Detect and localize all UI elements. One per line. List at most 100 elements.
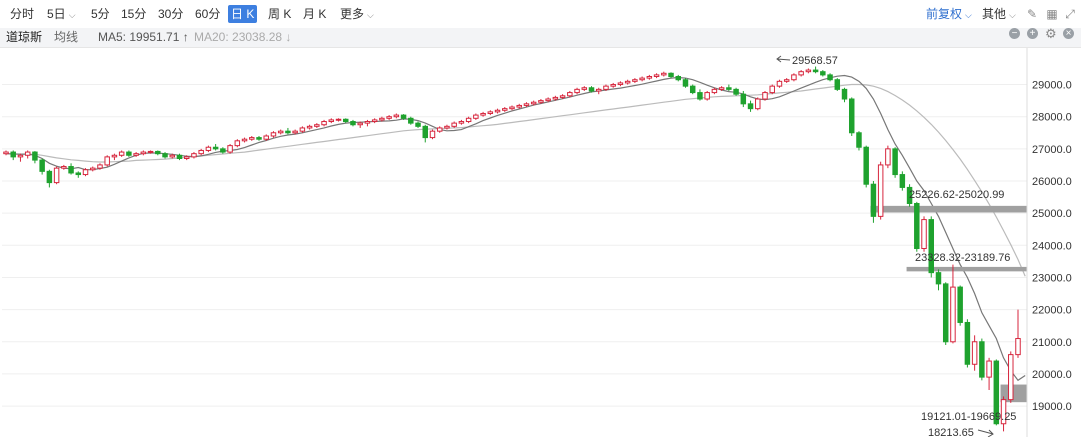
- candle-up: [523, 103, 530, 106]
- candle-up: [111, 154, 118, 158]
- tab-5day[interactable]: 5日 ⌵: [44, 5, 79, 23]
- candle-down: [10, 151, 16, 158]
- candle-up: [805, 69, 812, 73]
- tab-60min[interactable]: 60分: [192, 5, 223, 23]
- candle-up: [328, 119, 335, 123]
- pen-icon[interactable]: ✎: [1024, 6, 1040, 22]
- candle-up: [364, 121, 371, 124]
- candle-up: [624, 80, 631, 84]
- candle-up: [458, 121, 465, 124]
- gap3-label: 19121.01-19669.25: [921, 411, 1016, 423]
- candle-down: [928, 219, 934, 274]
- tab-more[interactable]: 更多 ⌵: [337, 5, 377, 23]
- candle-up: [270, 132, 277, 137]
- candle-down: [343, 118, 349, 123]
- grid-icon[interactable]: ▦: [1044, 6, 1060, 22]
- candle-down: [46, 170, 53, 184]
- other-dropdown[interactable]: 其他 ⌵: [982, 5, 1016, 24]
- candle-up: [249, 137, 255, 140]
- candle-up: [386, 116, 392, 119]
- annotations-layer: 29568.57 25226.62-25020.99 23328.32-2318…: [776, 55, 1016, 437]
- candle-up: [473, 114, 479, 119]
- low-label: 18213.65: [928, 427, 974, 437]
- period-toolbar: 分时 5日 ⌵ 5分 15分 30分 60分 日 K 周 K 月 K 更多 ⌵ 前复…: [0, 0, 1081, 29]
- tab-weekly-k[interactable]: 周 K: [265, 5, 294, 23]
- tab-15min[interactable]: 15分: [118, 5, 149, 23]
- candle-up: [97, 164, 103, 169]
- zoom-in-icon[interactable]: +: [1027, 28, 1038, 39]
- candle-up: [718, 87, 725, 90]
- gap-band: [906, 266, 1027, 272]
- candle-up: [371, 119, 378, 123]
- tab-5min[interactable]: 5分: [88, 5, 113, 23]
- ma5-layer: [5, 74, 1026, 382]
- settings-icon[interactable]: ⚙: [1045, 27, 1057, 40]
- candle-down: [899, 174, 906, 188]
- candle-up: [277, 130, 284, 134]
- candle-up: [509, 106, 515, 110]
- tab-daily-k[interactable]: 日 K: [228, 5, 258, 23]
- candle-up: [480, 112, 486, 116]
- candle-down: [849, 98, 855, 134]
- ma20-line: [5, 83, 1026, 277]
- candle-up: [494, 109, 501, 113]
- candle-up: [711, 88, 718, 94]
- candle-up: [241, 138, 248, 142]
- candle-up: [552, 96, 559, 100]
- candle-up: [877, 164, 884, 217]
- tab-monthly-k[interactable]: 月 K: [300, 5, 329, 23]
- candle-up: [393, 114, 400, 118]
- candle-up: [3, 151, 9, 155]
- candle-up: [104, 156, 110, 166]
- candle-down: [820, 71, 826, 76]
- candle-up: [118, 151, 125, 156]
- indicator-bar: 道琼斯 均线 ⌵ MA5: 19951.71 ↑ MA20: 23038.28 ↓…: [0, 27, 1081, 48]
- ma20-value: MA20: 23038.28 ↓: [194, 30, 292, 44]
- chevron-down-icon: ⌵: [965, 10, 972, 20]
- candle-up: [429, 130, 436, 139]
- candle-up: [971, 341, 978, 365]
- candle-down: [892, 148, 898, 176]
- candle-up: [516, 104, 522, 108]
- candle-down: [675, 76, 681, 81]
- candle-up: [798, 71, 804, 76]
- candle-down: [176, 154, 183, 159]
- expand-icon[interactable]: ⤢: [1062, 6, 1078, 22]
- candle-down: [68, 166, 74, 174]
- candle-down: [400, 114, 407, 119]
- candle-up: [921, 219, 927, 250]
- close-icon[interactable]: ×: [1063, 28, 1074, 39]
- tab-timeshare[interactable]: 分时: [7, 5, 37, 23]
- candle-down: [220, 148, 226, 153]
- y-tick-label: 24000.0: [1032, 240, 1072, 252]
- candle-down: [32, 151, 38, 161]
- ma5-line: [5, 74, 1026, 382]
- tab-30min[interactable]: 30分: [155, 5, 186, 23]
- candle-down: [856, 132, 862, 148]
- gap2-label: 23328.32-23189.76: [915, 252, 1010, 264]
- candle-down: [422, 125, 428, 139]
- chevron-down-icon: ⌵: [367, 10, 374, 20]
- y-tick-label: 21000.0: [1032, 337, 1072, 349]
- adjust-dropdown[interactable]: 前复权 ⌵: [926, 5, 972, 24]
- candle-down: [870, 183, 877, 217]
- candle-up: [530, 101, 537, 105]
- candle-up: [451, 122, 457, 127]
- candle-down: [285, 130, 291, 134]
- candle-up: [885, 148, 891, 166]
- candle-down: [39, 159, 45, 172]
- candle-down: [155, 150, 161, 155]
- candle-down: [350, 121, 356, 126]
- y-axis: 29000.0 28000.0 27000.0 26000.0 25000.0 24000…: [1026, 48, 1072, 437]
- candlestick-chart[interactable]: 29000.0 28000.0 27000.0 26000.0 25000.0 24000…: [0, 48, 1081, 437]
- candle-up: [205, 146, 212, 151]
- candle-up: [17, 154, 24, 158]
- candle-up: [169, 154, 175, 158]
- candle-up: [769, 85, 775, 94]
- index-name: 道琼斯: [6, 30, 43, 44]
- candle-up: [379, 117, 385, 121]
- candle-up: [436, 127, 443, 132]
- candle-up: [292, 130, 298, 134]
- zoom-out-icon[interactable]: −: [1009, 28, 1020, 39]
- high-arrow: [776, 55, 791, 63]
